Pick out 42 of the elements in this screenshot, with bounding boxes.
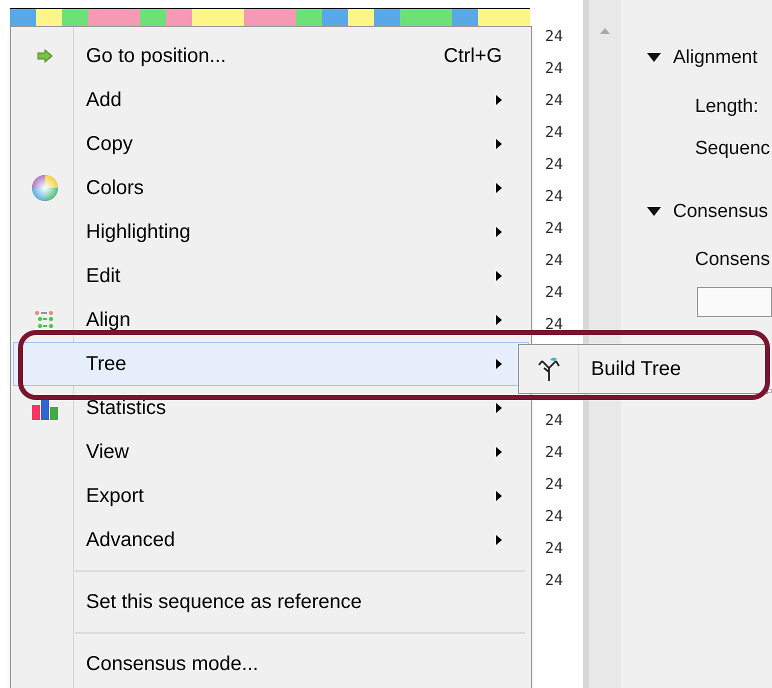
line-number: 24	[545, 282, 564, 303]
menu-item[interactable]: Edit	[13, 254, 529, 298]
line-number: 24	[545, 410, 564, 431]
line-number: 24	[545, 218, 564, 239]
menu-item[interactable]: Export	[13, 474, 529, 518]
menu-item[interactable]: Copy	[13, 122, 529, 166]
line-number: 24	[545, 570, 564, 591]
section-title: Alignment	[673, 46, 758, 70]
field-label: Consens	[695, 248, 771, 272]
menu-item[interactable]: View	[13, 430, 529, 474]
line-number: 24	[545, 186, 564, 207]
section-title: Consensus	[673, 200, 768, 224]
line-number: 24	[545, 154, 564, 175]
line-number: 24	[545, 442, 564, 463]
arrow-icon	[37, 49, 53, 63]
menu-item[interactable]: Go to position... Ctrl+G	[13, 34, 529, 78]
menu-item[interactable]: Highlighting	[13, 210, 529, 254]
field-label: Sequenc	[695, 137, 772, 161]
dropdown[interactable]	[697, 286, 772, 316]
line-number: 24	[545, 122, 564, 143]
color-wheel-icon	[31, 174, 59, 202]
align-icon	[34, 310, 56, 330]
menu-item[interactable]: Advanced	[13, 518, 529, 562]
menu-item[interactable]: Add	[13, 78, 529, 122]
menu-item[interactable]: Set this sequence as reference	[13, 580, 529, 624]
line-number: 24	[545, 474, 564, 495]
line-number: 24	[545, 506, 564, 527]
field-label: Length:	[695, 94, 760, 118]
line-number: 24	[545, 90, 564, 111]
menu-item[interactable]: Tree	[13, 342, 529, 386]
line-number: 24	[545, 58, 564, 79]
expanded-triangle-icon[interactable]	[647, 206, 661, 217]
line-number: 24	[545, 26, 564, 47]
line-number: 24	[545, 538, 564, 559]
line-number: 24	[545, 314, 564, 335]
tree-icon	[536, 356, 562, 382]
expanded-triangle-icon[interactable]	[647, 53, 661, 64]
menu-item[interactable]: Consensus mode...	[13, 642, 529, 686]
line-number: 24	[545, 250, 564, 271]
menu-item[interactable]: Colors	[13, 166, 529, 210]
scroll-up-icon[interactable]	[600, 28, 610, 34]
menu-item[interactable]: Align	[13, 298, 529, 342]
